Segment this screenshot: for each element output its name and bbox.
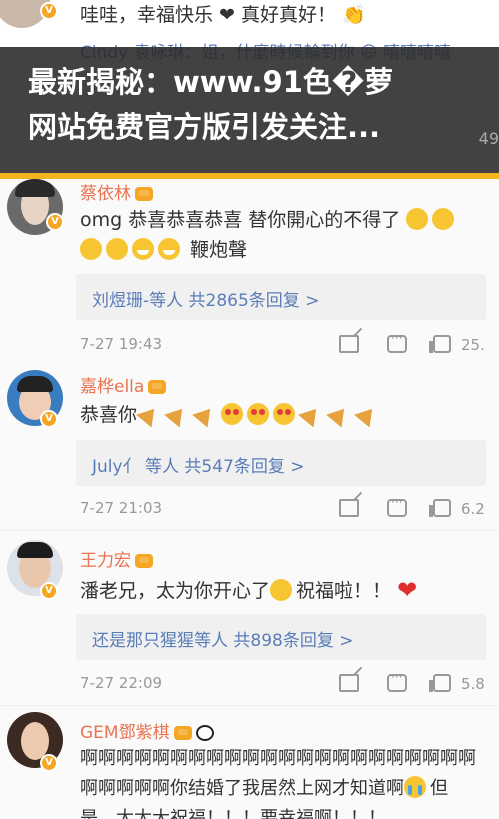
- comment-icon[interactable]: [387, 331, 407, 353]
- like-icon[interactable]: [429, 335, 451, 353]
- username-text[interactable]: 嘉桦ella: [80, 377, 144, 397]
- like-count: 25.: [461, 336, 485, 354]
- panda-emoji-icon: [195, 725, 214, 741]
- crown-icon: [135, 554, 153, 568]
- like-count: 6.2: [461, 500, 485, 518]
- comment-text-line2: 啊啊啊啊啊你结婚了我居然上网才知道啊 但: [80, 774, 448, 804]
- heart-eyes-emoji-icon: [221, 403, 244, 425]
- username[interactable]: GEM鄧紫棋: [80, 718, 214, 743]
- crying-face-emoji-icon: [404, 776, 426, 798]
- comment-text-prefix: 潘老兄，太为你开心了: [80, 580, 271, 602]
- reply-thread-link[interactable]: 刘煜珊-等人 共2865条回复 >: [76, 274, 486, 320]
- comment-text-line3-main: 是，太太大祝福！！！要幸福啊！！！: [80, 808, 386, 819]
- heart-eyes-emoji-icon: [247, 403, 270, 425]
- like-icon[interactable]: [429, 674, 451, 692]
- grin-emoji-icon: [158, 238, 180, 260]
- blowing-kiss-emoji-icon: [432, 208, 455, 230]
- headline-line-1: 最新揭秘：www.91色�萝: [28, 65, 394, 99]
- comment-text-prefix: 恭喜你: [80, 404, 138, 426]
- timestamp: 7-27 21:03: [80, 499, 163, 517]
- comment-item: V 王力宏 潘老兄，太为你开心了 祝福啦！！ 还是那只猩猩等人 共898条回复 >…: [0, 540, 499, 705]
- comment-text-line3: 是，太太大祝福！！！要幸福啊！！！: [80, 804, 386, 819]
- side-count: 49: [478, 129, 499, 148]
- crown-icon: [148, 380, 167, 394]
- red-heart-emoji-icon: [397, 575, 419, 605]
- reply-thread-text[interactable]: 还是那只猩猩等人 共898条回复 >: [92, 626, 354, 651]
- timestamp: 7-27 19:43: [80, 335, 163, 353]
- reply-thread-text[interactable]: 刘煜珊-等人 共2865条回复 >: [92, 286, 319, 311]
- comment-actions: 6.2: [339, 495, 499, 523]
- username-text[interactable]: GEM鄧紫棋: [80, 723, 170, 743]
- comment-text-suffix: 祝福啦！！: [296, 580, 392, 602]
- verified-badge-icon: V: [40, 582, 58, 600]
- username[interactable]: 王力宏: [80, 546, 153, 571]
- heart-eyes-emoji-icon: [273, 403, 296, 425]
- comment-text-line1: omg 恭喜恭喜恭喜 替你開心的不得了: [80, 209, 401, 231]
- comment-icon[interactable]: [387, 495, 407, 517]
- comment-text-line2: 鞭炮聲: [80, 235, 247, 265]
- share-icon[interactable]: [339, 335, 359, 353]
- username[interactable]: 蔡依林: [80, 179, 153, 204]
- verified-badge-icon: V: [40, 2, 58, 20]
- comment-text: 恭喜你: [80, 400, 383, 430]
- party-popper-emoji-icon: [299, 403, 323, 425]
- headline-overlay: 最新揭秘：www.91色�萝 网站免费官方版引发关注... 49: [0, 47, 499, 173]
- blowing-kiss-emoji-icon: [80, 238, 102, 260]
- crown-icon: [135, 187, 153, 201]
- blowing-kiss-emoji-icon: [406, 208, 429, 230]
- party-popper-emoji-icon: [355, 403, 379, 425]
- divider: [0, 530, 499, 531]
- comment-text: 哇哇，幸福快乐 ❤ 真好真好！ 👏: [80, 4, 366, 26]
- like-icon[interactable]: [429, 499, 451, 517]
- headline-title: 最新揭秘：www.91色�萝 网站免费官方版引发关注...: [28, 60, 488, 150]
- timestamp: 7-27 22:09: [80, 674, 163, 692]
- comment-text-line1: 啊啊啊啊啊啊啊啊啊啊啊啊啊啊啊啊啊啊啊啊啊啊: [80, 748, 476, 769]
- party-popper-emoji-icon: [137, 403, 161, 425]
- smiling-face-emoji-icon: [270, 579, 293, 601]
- like-count: 5.8: [461, 675, 485, 693]
- party-popper-emoji-icon: [165, 403, 189, 425]
- comment-text-tail: 鞭炮聲: [190, 239, 248, 261]
- comment-item: V 蔡依林 omg 恭喜恭喜恭喜 替你開心的不得了 鞭炮聲 刘煜珊-等人 共28…: [0, 179, 499, 369]
- comment-text-line2-main: 啊啊啊啊啊你结婚了我居然上网才知道啊: [80, 778, 404, 799]
- blowing-kiss-emoji-icon: [106, 238, 128, 260]
- party-popper-emoji-icon: [193, 403, 217, 425]
- reply-thread-link[interactable]: 还是那只猩猩等人 共898条回复 >: [76, 614, 486, 660]
- verified-badge-icon: V: [40, 410, 58, 428]
- comment-actions: 5.8: [339, 670, 499, 698]
- crown-icon: [173, 726, 192, 740]
- verified-badge-icon: V: [46, 213, 64, 231]
- comment-item: V 嘉桦ella 恭喜你 July⺅ 等人 共547条回复 > 7-27 21:…: [0, 370, 499, 530]
- share-icon[interactable]: [339, 499, 359, 517]
- comment-text: omg 恭喜恭喜恭喜 替你開心的不得了: [80, 205, 458, 235]
- headline-line-2: 网站免费官方版引发关注...: [28, 110, 381, 144]
- comment-item: V GEM鄧紫棋 啊啊啊啊啊啊啊啊啊啊啊啊啊啊啊啊啊啊啊啊啊啊 啊啊啊啊啊你结婚…: [0, 712, 499, 819]
- reply-thread-text[interactable]: July⺅ 等人 共547条回复 >: [92, 452, 304, 477]
- comment-text: 潘老兄，太为你开心了 祝福啦！！: [80, 575, 423, 606]
- share-icon[interactable]: [339, 674, 359, 692]
- username-text[interactable]: 蔡依林: [80, 184, 131, 204]
- username-text[interactable]: 王力宏: [80, 551, 131, 571]
- comment-actions: 25.: [339, 331, 499, 359]
- verified-badge-icon: V: [40, 754, 58, 772]
- party-popper-emoji-icon: [327, 403, 351, 425]
- grin-emoji-icon: [132, 238, 154, 260]
- username[interactable]: 嘉桦ella: [80, 372, 167, 397]
- divider: [0, 705, 499, 706]
- comment-icon[interactable]: [387, 670, 407, 692]
- comment-text-line2-tail: 但: [430, 778, 448, 799]
- reply-thread-link[interactable]: July⺅ 等人 共547条回复 >: [76, 440, 486, 486]
